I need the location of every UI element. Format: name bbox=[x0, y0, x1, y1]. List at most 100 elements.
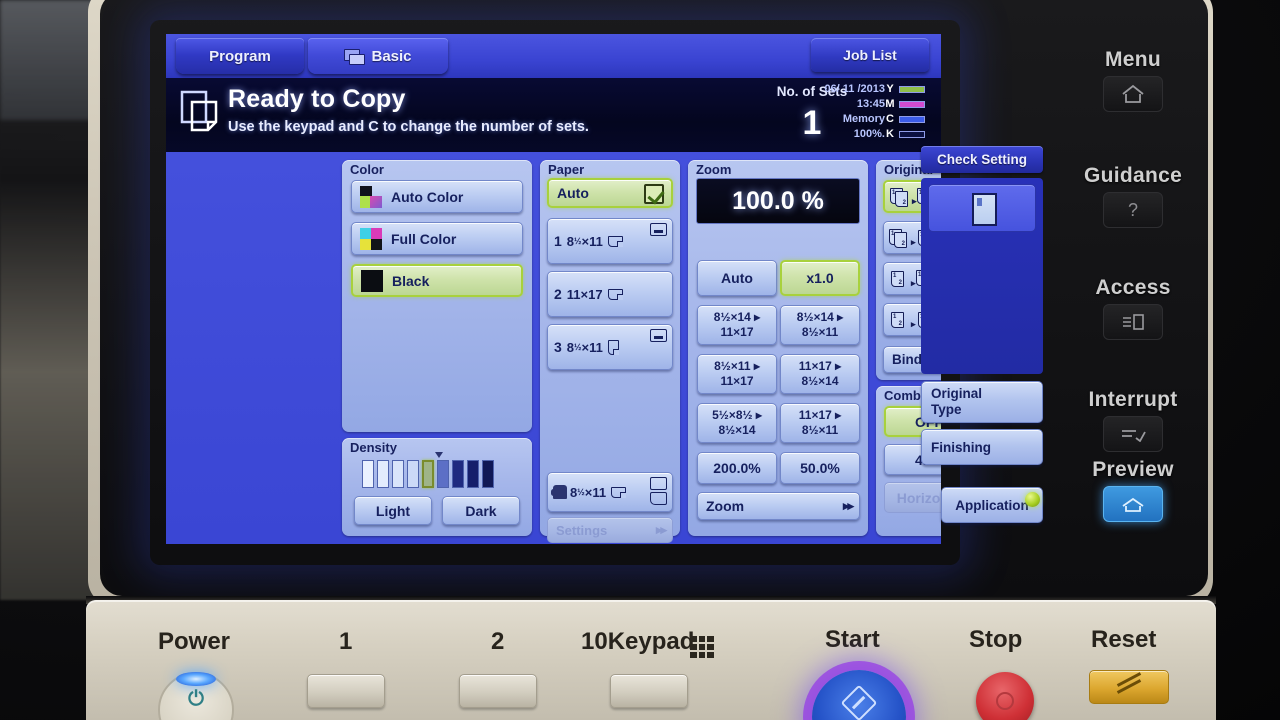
finishing-button[interactable]: Finishing bbox=[921, 429, 1043, 465]
zoom-preset-3-to: 11×17 bbox=[720, 374, 754, 388]
zoom-preset-1-from: 8½×14 ▸ bbox=[713, 310, 761, 324]
machine-body: Program Basic Job List Ready to Copy Use… bbox=[0, 0, 1280, 720]
interrupt-icon-svg bbox=[1122, 430, 1146, 442]
status-subtitle: Use the keypad and C to change the numbe… bbox=[228, 119, 589, 135]
density-segment-current[interactable] bbox=[422, 460, 434, 488]
toner-row-k: K bbox=[885, 127, 937, 141]
date-text: 06/ 11 /2013 bbox=[824, 83, 885, 95]
key2-label: 2 bbox=[491, 628, 505, 655]
zoom-preset-3-button[interactable]: 8½×11 ▸ 11×17 bbox=[697, 354, 777, 394]
toner-letter-m: M bbox=[885, 98, 895, 110]
zoom-auto-button[interactable]: Auto bbox=[697, 260, 777, 296]
density-segment[interactable] bbox=[362, 460, 374, 488]
home-icon-svg bbox=[1122, 84, 1144, 103]
stop-label: Stop bbox=[969, 626, 1023, 653]
density-marker-icon bbox=[435, 452, 443, 458]
combine-horizontal-button[interactable]: Horizonta bbox=[884, 482, 941, 513]
tab-basic[interactable]: Basic bbox=[308, 38, 448, 74]
power-symbol-icon: ⏻ bbox=[188, 688, 204, 710]
density-light-button[interactable]: Light bbox=[354, 496, 432, 525]
density-group: Density Light Dark bbox=[342, 438, 532, 536]
interrupt-icon[interactable] bbox=[1103, 416, 1163, 452]
color-full-button[interactable]: Full Color bbox=[351, 222, 523, 255]
preview-pane bbox=[921, 178, 1043, 374]
page-title: Ready to Copy bbox=[228, 85, 406, 113]
density-segment[interactable] bbox=[392, 460, 404, 488]
job-list-button[interactable]: Job List bbox=[811, 38, 929, 72]
check-setting-label: Check Setting bbox=[936, 152, 1028, 167]
preview-icon[interactable] bbox=[1103, 486, 1163, 522]
hardkey-menu[interactable]: Menu bbox=[1073, 48, 1193, 112]
original-type-button[interactable]: Original Type bbox=[921, 381, 1043, 423]
density-segment[interactable] bbox=[437, 460, 449, 488]
touchscreen[interactable]: Program Basic Job List Ready to Copy Use… bbox=[166, 34, 941, 544]
key-2-button[interactable] bbox=[459, 674, 537, 708]
check-setting-button[interactable]: Check Setting bbox=[921, 146, 1043, 173]
power-led-icon bbox=[176, 672, 216, 686]
zoom-preset-2-button[interactable]: 8½×14 ▸ 8½×11 bbox=[780, 305, 860, 345]
density-slider[interactable] bbox=[362, 460, 494, 488]
home-icon[interactable] bbox=[1103, 76, 1163, 112]
density-segment[interactable] bbox=[377, 460, 389, 488]
access-card-icon[interactable] bbox=[1103, 304, 1163, 340]
tab-program[interactable]: Program bbox=[176, 38, 304, 74]
zoom-group: Zoom 100.0 % Auto x1.0 8½×14 ▸ 11×17 8½×… bbox=[688, 160, 868, 536]
zoom-more-button[interactable]: Zoom ▸▸ bbox=[697, 492, 860, 520]
preview-card[interactable] bbox=[928, 184, 1036, 232]
copy-document-icon bbox=[180, 90, 218, 132]
zoom-preset-6-from: 11×17 ▸ bbox=[798, 408, 842, 422]
zoom-x1-button[interactable]: x1.0 bbox=[780, 260, 860, 296]
density-dark-button[interactable]: Dark bbox=[442, 496, 520, 525]
question-icon[interactable]: ? bbox=[1103, 192, 1163, 228]
color-black-button[interactable]: Black bbox=[351, 264, 523, 297]
zoom-x1-label: x1.0 bbox=[806, 270, 834, 286]
paper-tray-2-button[interactable]: 2 11×17 bbox=[547, 271, 673, 317]
application-led-icon bbox=[1025, 492, 1040, 507]
zoom-preset-1-button[interactable]: 8½×14 ▸ 11×17 bbox=[697, 305, 777, 345]
zoom-preset-4-button[interactable]: 11×17 ▸ 8½×14 bbox=[780, 354, 860, 394]
key-1-button[interactable] bbox=[307, 674, 385, 708]
toner-row-c: C bbox=[885, 112, 937, 126]
hardkey-interrupt[interactable]: Interrupt bbox=[1073, 388, 1193, 452]
zoom-50-button[interactable]: 50.0% bbox=[780, 452, 860, 484]
check-icon bbox=[644, 184, 664, 204]
status-header: Ready to Copy Use the keypad and C to ch… bbox=[166, 78, 941, 152]
paper-auto-button[interactable]: Auto bbox=[547, 178, 673, 208]
access-card-icon-svg bbox=[1123, 314, 1144, 330]
color-auto-button[interactable]: Auto Color bbox=[351, 180, 523, 213]
density-segment[interactable] bbox=[407, 460, 419, 488]
zoom-auto-label: Auto bbox=[721, 270, 753, 286]
background-left-upper bbox=[0, 0, 96, 120]
reset-slash-icon bbox=[1112, 676, 1146, 698]
paper-bypass-button[interactable]: 8½×11 bbox=[547, 472, 673, 512]
density-segment[interactable] bbox=[482, 460, 494, 488]
zoom-preset-5-button[interactable]: 5½×8½ ▸ 8½×14 bbox=[697, 403, 777, 443]
zoom-200-button[interactable]: 200.0% bbox=[697, 452, 777, 484]
zoom-50-label: 50.0% bbox=[800, 460, 840, 476]
full-color-swatch bbox=[360, 227, 382, 250]
color-black-label: Black bbox=[392, 272, 430, 289]
paper-settings-button[interactable]: Settings ▸▸ bbox=[547, 517, 673, 543]
zoom-preset-1-to: 11×17 bbox=[720, 325, 754, 339]
bypass-size: 8½×11 bbox=[570, 484, 607, 500]
hardkey-access[interactable]: Access bbox=[1073, 276, 1193, 340]
key-10keypad-button[interactable] bbox=[610, 674, 688, 708]
hardkey-guidance[interactable]: Guidance ? bbox=[1073, 164, 1193, 228]
zoom-preset-3-from: 8½×11 ▸ bbox=[714, 359, 760, 373]
tab-bar: Program Basic Job List bbox=[166, 34, 941, 78]
density-segment[interactable] bbox=[467, 460, 479, 488]
color-full-label: Full Color bbox=[391, 230, 457, 247]
tray-load-icon bbox=[650, 329, 667, 342]
hardkey-preview[interactable]: Preview bbox=[1073, 458, 1193, 522]
zoom-preset-6-button[interactable]: 11×17 ▸ 8½×11 bbox=[780, 403, 860, 443]
paper-tray-3-button[interactable]: 3 8½×11 bbox=[547, 324, 673, 370]
finishing-label: Finishing bbox=[931, 439, 991, 455]
zoom-preset-5-to: 8½×14 bbox=[718, 423, 756, 437]
keypad-label: 10Keypad bbox=[581, 628, 695, 655]
control-panel: Power 1 2 10Keypad Start Stop Reset bbox=[86, 600, 1216, 720]
chevron-right-icon: ▸▸ bbox=[655, 522, 667, 537]
density-segment[interactable] bbox=[452, 460, 464, 488]
toner-letter-y: Y bbox=[886, 83, 894, 95]
paper-tray-1-button[interactable]: 1 8½×11 bbox=[547, 218, 673, 264]
basic-icon bbox=[344, 48, 366, 65]
